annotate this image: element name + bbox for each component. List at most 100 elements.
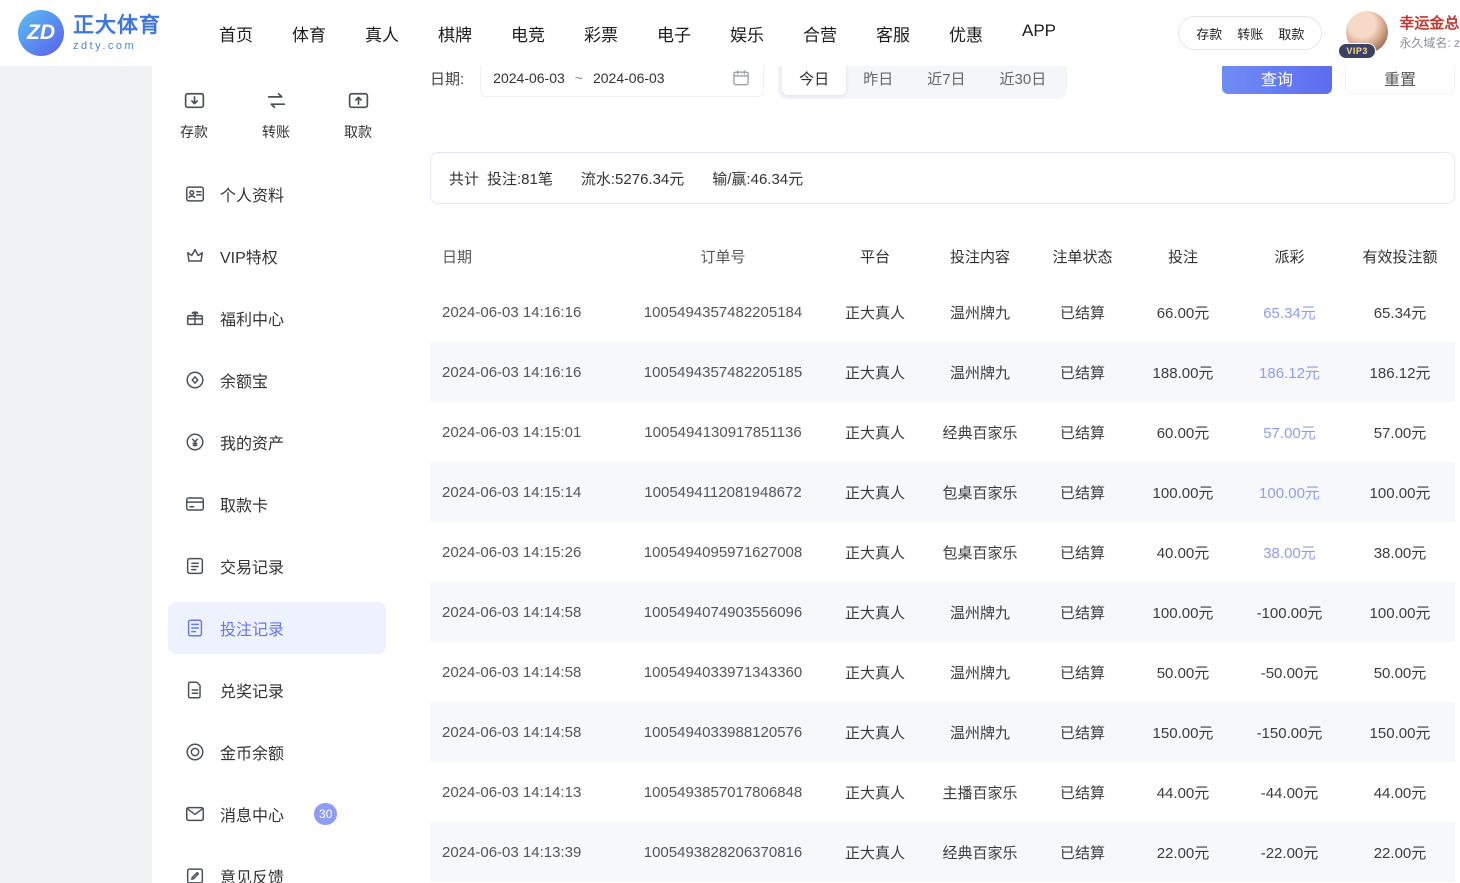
quick-action-label: 存款: [180, 122, 208, 142]
quick-action-label: 取款: [344, 122, 372, 142]
range-today-button[interactable]: 今日: [782, 62, 846, 95]
sidebar-item-welfare[interactable]: 福利中心: [168, 292, 386, 344]
cell-bet: 188.00元: [1132, 362, 1234, 383]
sidebar-item-gold-balance[interactable]: 金币余额: [168, 726, 386, 778]
date-from-value[interactable]: 2024-06-03: [493, 70, 565, 86]
cell-payout: -100.00元: [1234, 602, 1345, 623]
range-yesterday-button[interactable]: 昨日: [846, 62, 910, 95]
sidebar-item-yuebao[interactable]: 余额宝: [168, 354, 386, 406]
summary-stat: 流水:5276.34元: [581, 171, 684, 188]
transfer-icon: [264, 88, 289, 113]
cell-valid: 50.00元: [1345, 662, 1455, 683]
user-avatar-wrap[interactable]: VIP3: [1346, 9, 1390, 57]
feedback-icon: [184, 865, 206, 883]
wallet-deposit-link[interactable]: 存款: [1196, 24, 1222, 43]
range-last30-button[interactable]: 近30日: [983, 62, 1064, 95]
brand-logo[interactable]: ZD 正大体育 zdty.com: [18, 10, 161, 56]
sidebar-item-message-center[interactable]: 消息中心30: [168, 788, 386, 840]
nav-item-partnership[interactable]: 合营: [803, 21, 837, 46]
column-header: 平台: [823, 246, 927, 267]
sidebar-item-vip[interactable]: VIP特权: [168, 230, 386, 282]
nav-item-live[interactable]: 真人: [365, 21, 399, 46]
cell-status: 已结算: [1033, 662, 1132, 683]
cell-bet: 22.00元: [1132, 842, 1234, 863]
table-row: 2024-06-03 14:16:161005494357482205184正大…: [430, 282, 1455, 342]
quick-action-withdraw[interactable]: 取款: [344, 88, 372, 142]
sidebar-item-bet-records[interactable]: 投注记录: [168, 602, 386, 654]
cell-status: 已结算: [1033, 842, 1132, 863]
nav-item-esports[interactable]: 电竞: [511, 21, 545, 46]
table-row: 2024-06-03 14:15:011005494130917851136正大…: [430, 402, 1455, 462]
range-last7-button[interactable]: 近7日: [910, 62, 982, 95]
calendar-icon[interactable]: [731, 68, 751, 88]
cell-order: 1005493857017806848: [623, 784, 823, 801]
brand-name: 正大体育: [73, 14, 161, 37]
cell-platform: 正大真人: [823, 482, 927, 503]
nav-item-entertainment[interactable]: 娱乐: [730, 21, 764, 46]
cell-content: 温州牌九: [927, 302, 1033, 323]
cell-content: 包桌百家乐: [927, 482, 1033, 503]
message-icon: [184, 803, 206, 825]
cell-platform: 正大真人: [823, 422, 927, 443]
nav-item-promotions[interactable]: 优惠: [949, 21, 983, 46]
sidebar-item-transactions[interactable]: 交易记录: [168, 540, 386, 592]
cell-status: 已结算: [1033, 422, 1132, 443]
table-row: 2024-06-03 14:16:161005494357482205185正大…: [430, 342, 1455, 402]
cell-date: 2024-06-03 14:16:16: [430, 364, 623, 381]
cell-status: 已结算: [1033, 482, 1132, 503]
cell-platform: 正大真人: [823, 602, 927, 623]
quick-action-transfer[interactable]: 转账: [262, 88, 290, 142]
nav-item-sports[interactable]: 体育: [292, 21, 326, 46]
cell-valid: 38.00元: [1345, 542, 1455, 563]
nav-item-slots[interactable]: 电子: [657, 21, 691, 46]
profile-icon: [184, 183, 206, 205]
sidebar-item-assets[interactable]: 我的资产: [168, 416, 386, 468]
nav-item-chess[interactable]: 棋牌: [438, 21, 472, 46]
cell-platform: 正大真人: [823, 302, 927, 323]
sidebar-item-feedback[interactable]: 意见反馈: [168, 850, 386, 883]
cell-date: 2024-06-03 14:16:16: [430, 304, 623, 321]
cell-valid: 65.34元: [1345, 302, 1455, 323]
sidebar-item-label: 消息中心: [220, 802, 284, 826]
cell-bet: 100.00元: [1132, 482, 1234, 503]
withdraw-icon: [346, 88, 371, 113]
column-header: 有效投注额: [1345, 246, 1455, 267]
quick-action-label: 转账: [262, 122, 290, 142]
cell-valid: 57.00元: [1345, 422, 1455, 443]
cell-payout: -50.00元: [1234, 662, 1345, 683]
bank-card-icon: [184, 493, 206, 515]
cell-status: 已结算: [1033, 602, 1132, 623]
sidebar-item-withdraw-card[interactable]: 取款卡: [168, 478, 386, 530]
nav-item-support[interactable]: 客服: [876, 21, 910, 46]
cell-order: 1005494095971627008: [623, 544, 823, 561]
sidebar-item-label: 意见反馈: [220, 864, 284, 883]
cell-date: 2024-06-03 14:14:13: [430, 784, 623, 801]
cell-valid: 44.00元: [1345, 782, 1455, 803]
nav-item-lottery[interactable]: 彩票: [584, 21, 618, 46]
sidebar-item-label: 金币余额: [220, 740, 284, 764]
nav-item-app[interactable]: APP: [1022, 21, 1056, 46]
sidebar-item-label: 投注记录: [220, 616, 284, 640]
summary-bar: 共计 投注:81笔流水:5276.34元输/赢:46.34元: [430, 152, 1455, 204]
deposit-icon: [182, 88, 207, 113]
user-name: 幸运金总: [1399, 13, 1460, 35]
cell-date: 2024-06-03 14:14:58: [430, 724, 623, 741]
sidebar-item-label: 取款卡: [220, 492, 268, 516]
sidebar-item-profile[interactable]: 个人资料: [168, 168, 386, 220]
sidebar-item-redeem-records[interactable]: 兑奖记录: [168, 664, 386, 716]
nav-item-home[interactable]: 首页: [219, 21, 253, 46]
cell-status: 已结算: [1033, 302, 1132, 323]
cell-date: 2024-06-03 14:14:58: [430, 664, 623, 681]
sidebar-menu: 个人资料 VIP特权福利中心余额宝我的资产取款卡交易记录投注记录兑奖记录金币余额消…: [152, 162, 402, 883]
cell-date: 2024-06-03 14:15:14: [430, 484, 623, 501]
wallet-withdraw-link[interactable]: 取款: [1278, 24, 1304, 43]
date-to-value[interactable]: 2024-06-03: [593, 70, 665, 86]
cell-order: 1005494112081948672: [623, 484, 823, 501]
cell-bet: 60.00元: [1132, 422, 1234, 443]
reset-button[interactable]: 重置: [1345, 62, 1455, 94]
wallet-transfer-link[interactable]: 转账: [1237, 24, 1263, 43]
quick-action-deposit[interactable]: 存款: [180, 88, 208, 142]
query-button[interactable]: 查询: [1222, 62, 1332, 94]
cell-bet: 44.00元: [1132, 782, 1234, 803]
wallet-pill: 存款转账取款: [1178, 16, 1322, 50]
